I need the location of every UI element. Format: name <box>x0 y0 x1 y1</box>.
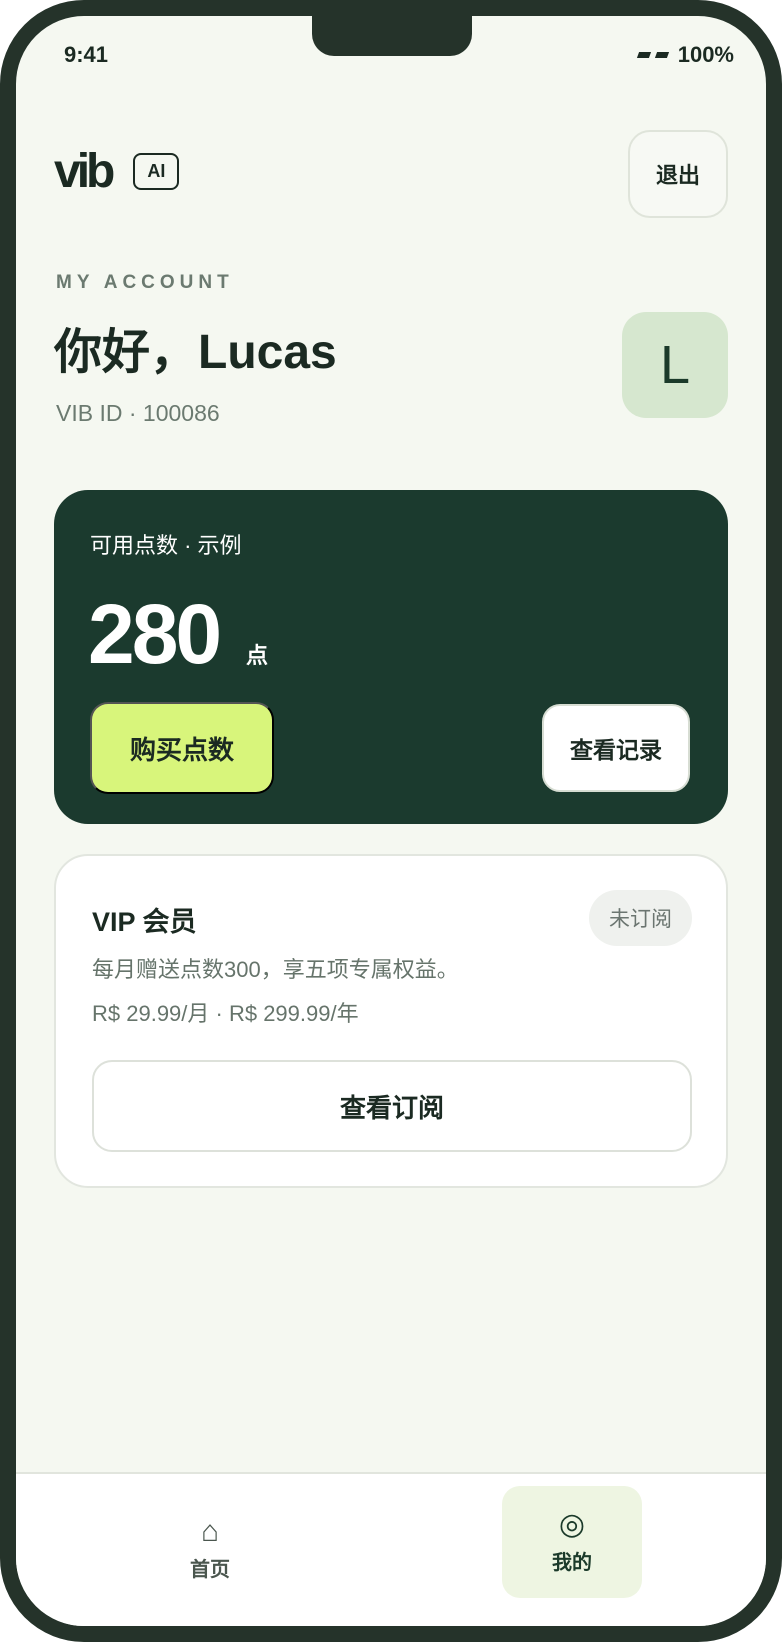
status-indicators: 100% <box>636 42 734 68</box>
tab-bar: ⌂ 首页 ◎ 我的 <box>16 1472 766 1626</box>
app-logo: vib AI <box>54 144 180 199</box>
vib-id: VIB ID · 100086 <box>56 400 220 426</box>
section-eyebrow: MY ACCOUNT <box>56 272 234 293</box>
vip-card: VIP 会员 未订阅 每月赠送点数300，享五项专属权益。 R$ 29.99/月… <box>54 854 728 1188</box>
notch <box>312 16 472 56</box>
vip-description: 每月赠送点数300，享五项专属权益。 <box>92 957 459 982</box>
ai-badge: AI <box>133 153 180 190</box>
home-icon: ⌂ <box>200 1514 220 1548</box>
page-title: 你好，Lucas <box>54 326 337 379</box>
vip-title: VIP 会员 <box>92 907 197 937</box>
points-card: 可用点数 · 示例 280 点 购买点数 查看记录 <box>54 490 728 824</box>
vip-price: R$ 29.99/月 · R$ 299.99/年 <box>92 1001 359 1026</box>
target-icon: ◎ <box>558 1507 586 1541</box>
logout-button[interactable]: 退出 <box>628 130 728 218</box>
logo-text: vib <box>54 145 115 198</box>
buy-points-button[interactable]: 购买点数 <box>90 702 274 794</box>
points-unit: 点 <box>246 643 269 668</box>
status-badge: 未订阅 <box>589 890 692 946</box>
status-time: 9:41 <box>64 42 109 67</box>
tab-label: 首页 <box>190 1558 230 1581</box>
battery-level: 100% <box>677 42 734 67</box>
signal-icon <box>636 52 669 58</box>
tab-label: 我的 <box>552 1551 592 1574</box>
view-subscription-button[interactable]: 查看订阅 <box>92 1060 692 1152</box>
tab-home[interactable]: ⌂ 首页 <box>140 1490 280 1608</box>
avatar[interactable]: L <box>622 312 728 418</box>
points-value: 280 <box>88 587 222 681</box>
points-label: 可用点数 · 示例 <box>90 533 242 558</box>
phone-frame: 9:41 100% vib AI 退出 MY ACCOUNT 你好，Lucas … <box>0 0 782 1642</box>
view-history-button[interactable]: 查看记录 <box>542 704 690 792</box>
tab-mine[interactable]: ◎ 我的 <box>502 1486 642 1598</box>
